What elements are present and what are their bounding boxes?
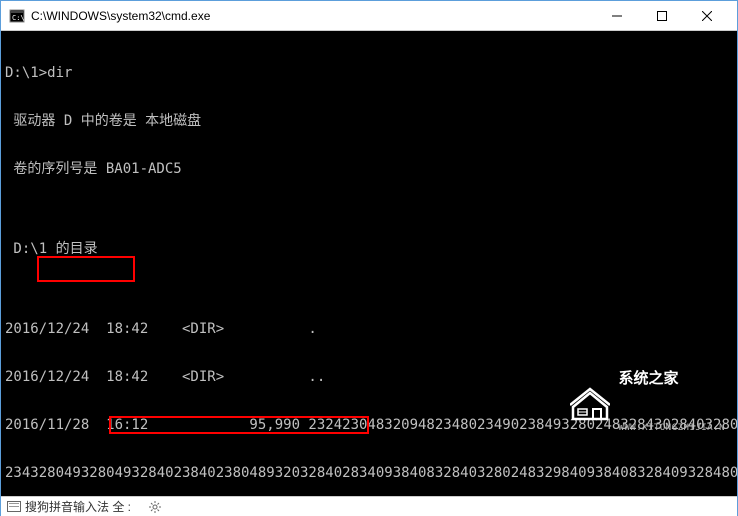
terminal-line: 卷的序列号是 BA01-ADC5 [5,161,733,177]
terminal-line: D:\1 的目录 [5,241,733,257]
terminal-output[interactable]: D:\1>dir 驱动器 D 中的卷是 本地磁盘 卷的序列号是 BA01-ADC… [1,31,737,496]
app-icon: C:\ [9,8,25,24]
watermark-logo-icon [570,385,610,421]
window-title: C:\WINDOWS\system32\cmd.exe [31,9,594,23]
ime-statusbar: 搜狗拼音输入法 全 : [1,496,737,516]
close-button[interactable] [684,1,729,30]
minimize-button[interactable] [594,1,639,30]
highlight-box-command [37,256,135,282]
watermark-subtitle: WWW.XITONGZHIJIA.N [618,420,725,436]
terminal-line: 2016/12/24 18:42 <DIR> . [5,321,733,337]
terminal-line: D:\1>dir [5,65,733,81]
svg-text:C:\: C:\ [12,14,25,22]
maximize-button[interactable] [639,1,684,30]
terminal-line: 驱动器 D 中的卷是 本地磁盘 [5,113,733,129]
watermark: 系统之家 WWW.XITONGZHIJIA.N [570,338,725,468]
window-controls [594,1,729,30]
window-titlebar: C:\ C:\WINDOWS\system32\cmd.exe [1,1,737,31]
gear-icon[interactable] [149,501,161,513]
watermark-title: 系统之家 [618,370,725,388]
ime-status[interactable]: 搜狗拼音输入法 全 : [7,498,131,515]
keyboard-icon [7,501,21,512]
ime-label: 搜狗拼音输入法 全 : [25,498,131,515]
